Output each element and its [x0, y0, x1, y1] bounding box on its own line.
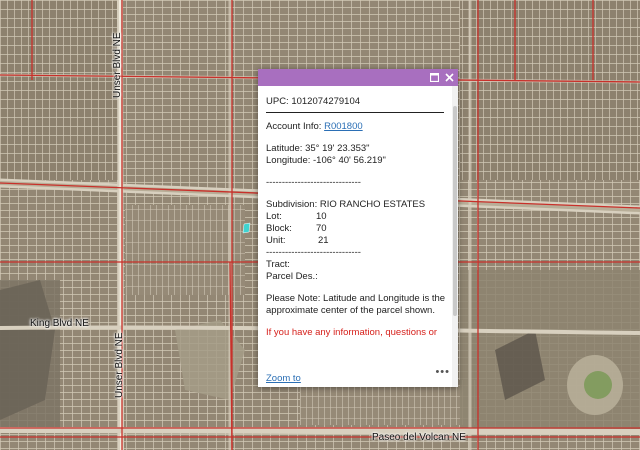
block-label: Block: — [266, 223, 292, 234]
maximize-icon[interactable] — [427, 69, 441, 86]
block-value: 70 — [316, 223, 327, 234]
close-icon[interactable] — [442, 69, 456, 86]
popup-scrollbar[interactable] — [452, 86, 458, 387]
more-options-icon[interactable]: ••• — [435, 366, 450, 378]
parcel-des-label: Parcel Des.: — [266, 271, 318, 282]
popup-footer: Zoom to ••• — [266, 366, 450, 384]
unit-value: 21 — [318, 235, 329, 246]
subdivision-text: Subdivision: RIO RANCHO ESTATES — [266, 199, 426, 210]
sports-field-inner — [584, 371, 612, 399]
dash-separator: ------------------------------ — [266, 247, 361, 258]
parcel-block — [125, 205, 245, 295]
account-link[interactable]: R001800 — [324, 121, 363, 132]
road-label-unser-bottom: Unser Blvd NE — [114, 332, 125, 398]
account-info: Account Info: R001800 — [266, 121, 452, 133]
block-row: Block: 70 — [266, 223, 452, 235]
account-label: Account Info: — [266, 121, 322, 132]
note-line-1: Please Note: Latitude and Longitude is t… — [266, 293, 446, 304]
road-label-unser-top: Unser Blvd NE — [112, 32, 123, 98]
selected-parcel[interactable] — [242, 222, 251, 234]
parcel-info-popup: UPC: 1012074279104 Account Info: R001800… — [258, 69, 458, 387]
popup-header — [258, 69, 458, 86]
parcel-block — [460, 0, 640, 180]
info-text: If you have any information, questions o… — [266, 327, 438, 338]
latitude-text: Latitude: 35° 19' 23.353" — [266, 143, 370, 154]
road-label-king: King Blvd NE — [30, 318, 89, 329]
longitude-text: Longitude: -106° 40' 56.219" — [266, 155, 386, 166]
unit-row: Unit: 21 — [266, 235, 452, 247]
upc-label: UPC: 1012074279104 — [266, 96, 361, 107]
divider — [266, 112, 444, 113]
lot-row: Lot: 10 — [266, 211, 452, 223]
popup-body: UPC: 1012074279104 Account Info: R001800… — [258, 86, 452, 387]
parcel-block — [0, 0, 120, 180]
zoom-to-link[interactable]: Zoom to — [266, 373, 301, 384]
lot-value: 10 — [316, 211, 327, 222]
road-label-paseo: Paseo del Volcan NE — [372, 432, 466, 443]
lot-label: Lot: — [266, 211, 282, 222]
popup-scrollbar-thumb[interactable] — [453, 106, 457, 316]
unit-label: Unit: — [266, 235, 286, 246]
dash-separator: ------------------------------ — [266, 177, 361, 188]
note-line-2: approximate center of the parcel shown. — [266, 305, 435, 316]
tract-label: Tract: — [266, 259, 290, 270]
